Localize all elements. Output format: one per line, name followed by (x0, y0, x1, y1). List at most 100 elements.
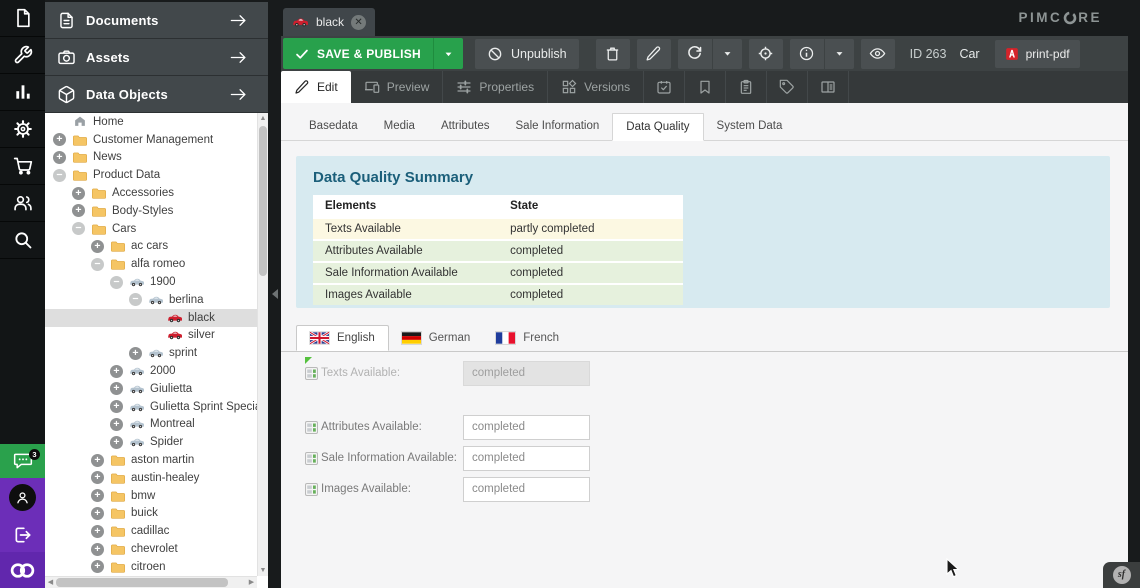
field-input[interactable] (463, 361, 590, 386)
tree-item-aston-martin[interactable]: +aston martin (45, 451, 257, 469)
save-and-publish-button[interactable]: SAVE & PUBLISH (283, 38, 463, 69)
locate-in-tree-button[interactable] (749, 39, 783, 69)
expander-plus-icon[interactable]: + (91, 507, 104, 520)
rail-customers-button[interactable] (0, 185, 45, 222)
reload-button[interactable] (678, 39, 742, 69)
tree-item-chevrolet[interactable]: +chevrolet (45, 540, 257, 558)
rail-documents-button[interactable] (0, 0, 45, 37)
expander-plus-icon[interactable]: + (91, 525, 104, 538)
expander-minus-icon[interactable]: − (91, 258, 104, 271)
expander-plus-icon[interactable]: + (110, 365, 123, 378)
subtab-system-data[interactable]: System Data (704, 113, 796, 140)
tree-item-cadillac[interactable]: +cadillac (45, 522, 257, 540)
expander-plus-icon[interactable]: + (53, 133, 66, 146)
close-tab-icon[interactable]: ✕ (351, 15, 366, 30)
field-input[interactable] (463, 446, 590, 471)
expander-plus-icon[interactable]: + (110, 418, 123, 431)
open-object-tab[interactable]: black ✕ (283, 8, 375, 36)
tree-item-austin-healey[interactable]: +austin-healey (45, 469, 257, 487)
accordion-section-documents[interactable]: Documents (45, 2, 268, 39)
tree-item-bmw[interactable]: +bmw (45, 487, 257, 505)
expander-plus-icon[interactable]: + (110, 400, 123, 413)
expander-minus-icon[interactable]: − (110, 276, 123, 289)
unpublish-button[interactable]: Unpublish (475, 39, 579, 69)
tab-preview[interactable]: Preview (351, 71, 444, 103)
expander-minus-icon[interactable]: − (53, 169, 66, 182)
tree-item-accessories[interactable]: +Accessories (45, 184, 257, 202)
subtab-sale-information[interactable]: Sale Information (503, 113, 613, 140)
vertical-scroll-thumb[interactable] (259, 126, 267, 276)
subtab-basedata[interactable]: Basedata (296, 113, 371, 140)
tab-calendar[interactable] (644, 71, 685, 103)
delete-button[interactable] (596, 39, 630, 69)
tab-properties[interactable]: Properties (443, 71, 548, 103)
language-tab-french[interactable]: French (483, 325, 572, 351)
rail-search-button[interactable] (0, 222, 45, 259)
rail-user-button[interactable] (0, 478, 45, 517)
expander-plus-icon[interactable]: + (91, 560, 104, 573)
rail-notifications-button[interactable]: 3 (0, 444, 45, 478)
subtab-data-quality[interactable]: Data Quality (612, 113, 703, 141)
accordion-section-data-objects[interactable]: Data Objects (45, 76, 268, 113)
info-button[interactable] (790, 39, 854, 69)
language-tab-english[interactable]: English (296, 325, 389, 351)
tab-tag[interactable] (767, 71, 808, 103)
subtab-media[interactable]: Media (371, 113, 428, 140)
subtab-attributes[interactable]: Attributes (428, 113, 503, 140)
tree-horizontal-scrollbar[interactable]: ◀ ▶ (45, 576, 257, 588)
expander-plus-icon[interactable]: + (91, 240, 104, 253)
save-options-caret[interactable] (433, 38, 463, 69)
expander-plus-icon[interactable]: + (91, 489, 104, 502)
language-tab-german[interactable]: German (389, 325, 484, 351)
tree-item-citroen[interactable]: +citroen (45, 558, 257, 576)
tree-item-sprint[interactable]: +sprint (45, 344, 257, 362)
rename-button[interactable] (637, 39, 671, 69)
tree-item-home[interactable]: Home (45, 113, 257, 131)
expander-minus-icon[interactable]: − (72, 222, 85, 235)
expander-plus-icon[interactable]: + (91, 471, 104, 484)
field-input[interactable] (463, 477, 590, 502)
accordion-section-assets[interactable]: Assets (45, 39, 268, 76)
tab-versions[interactable]: Versions (548, 71, 644, 103)
expander-minus-icon[interactable]: − (129, 293, 142, 306)
expander-plus-icon[interactable]: + (72, 187, 85, 200)
tab-clipboard[interactable] (726, 71, 767, 103)
expander-plus-icon[interactable]: + (110, 382, 123, 395)
expander-plus-icon[interactable]: + (110, 436, 123, 449)
expander-plus-icon[interactable]: + (53, 151, 66, 164)
horizontal-scroll-thumb[interactable] (56, 578, 228, 587)
scroll-right-arrow-icon[interactable]: ▶ (246, 577, 257, 588)
tree-item-cars[interactable]: −Cars (45, 220, 257, 238)
field-input[interactable] (463, 415, 590, 440)
tree-item-silver[interactable]: silver (45, 327, 257, 345)
tree-item-giulietta[interactable]: +Giulietta (45, 380, 257, 398)
caret-down-icon[interactable] (712, 39, 742, 69)
rail-ecommerce-button[interactable] (0, 148, 45, 185)
scroll-down-arrow-icon[interactable]: ▼ (258, 565, 268, 576)
expander-plus-icon[interactable]: + (129, 347, 142, 360)
tree-item-body-styles[interactable]: +Body-Styles (45, 202, 257, 220)
tree-item-product-data[interactable]: −Product Data (45, 166, 257, 184)
rail-reports-button[interactable] (0, 74, 45, 111)
rail-logout-button[interactable] (0, 517, 45, 552)
tree-item-news[interactable]: +News (45, 149, 257, 167)
tab-columns[interactable] (808, 71, 849, 103)
tree-item-buick[interactable]: +buick (45, 505, 257, 523)
scroll-up-arrow-icon[interactable]: ▲ (258, 113, 268, 124)
tree-item-spider[interactable]: +Spider (45, 433, 257, 451)
tree-item-ac-cars[interactable]: +ac cars (45, 238, 257, 256)
expander-plus-icon[interactable]: + (91, 543, 104, 556)
tab-bookmark[interactable] (685, 71, 726, 103)
expander-plus-icon[interactable]: + (91, 454, 104, 467)
caret-down-icon[interactable] (824, 39, 854, 69)
tree-item-2000[interactable]: +2000 (45, 362, 257, 380)
tree-item-gulietta-sprint-specia[interactable]: +Gulietta Sprint Specia (45, 398, 257, 416)
rail-tools-button[interactable] (0, 37, 45, 74)
tree-vertical-scrollbar[interactable]: ▲ ▼ (257, 113, 268, 576)
symfony-toolbar-button[interactable]: sf (1103, 562, 1140, 588)
rail-settings-button[interactable] (0, 111, 45, 148)
open-preview-button[interactable] (861, 39, 895, 69)
scroll-left-arrow-icon[interactable]: ◀ (45, 577, 56, 588)
expander-plus-icon[interactable]: + (72, 204, 85, 217)
print-pdf-button[interactable]: print-pdf (995, 40, 1080, 68)
